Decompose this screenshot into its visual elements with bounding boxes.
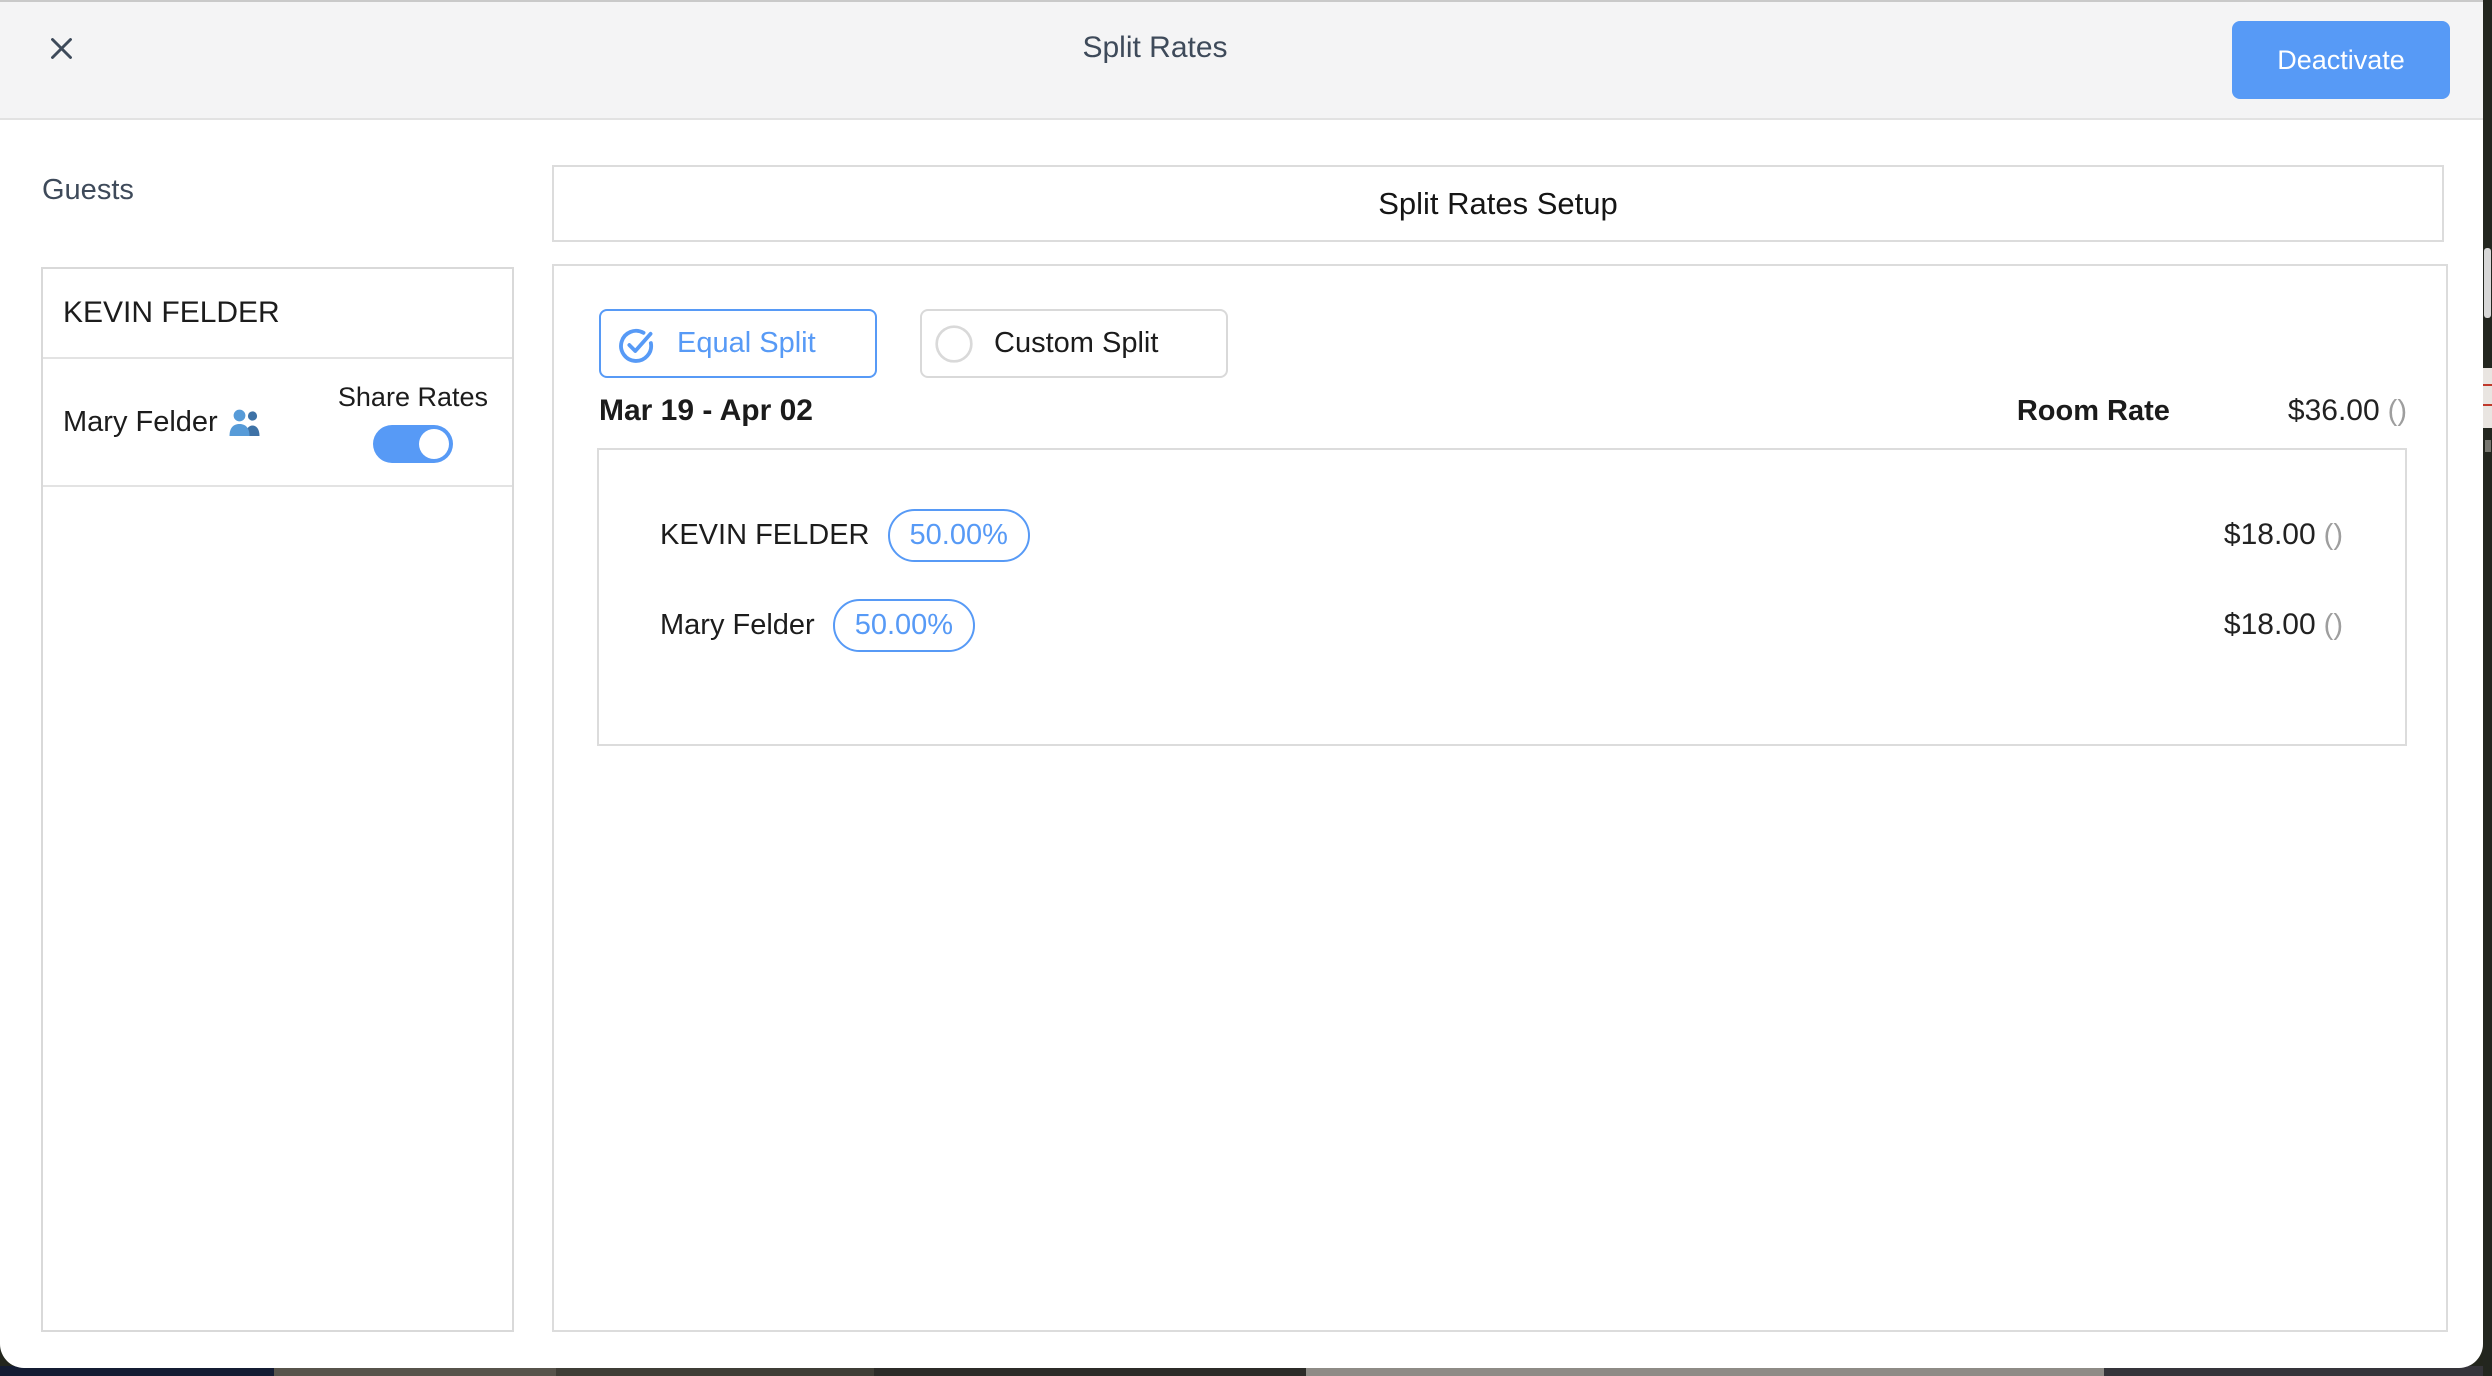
deactivate-button[interactable]: Deactivate [2232,21,2450,99]
close-icon [48,35,75,62]
empty-circle-icon [934,324,974,364]
split-row-guest-name: Mary Felder [660,609,815,642]
equal-split-button[interactable]: Equal Split [599,309,877,378]
people-icon [228,407,262,437]
split-rates-setup-panel: Equal Split Custom Split Mar 19 - Apr 02… [552,264,2448,1332]
setup-title: Split Rates Setup [1378,186,1618,222]
split-row-guest-name: KEVIN FELDER [660,519,870,552]
modal-title: Split Rates [1082,31,1227,64]
share-rates-label: Share Rates [338,382,488,413]
share-rates-toggle[interactable] [373,425,453,463]
close-button[interactable] [44,31,78,65]
split-row-amount: $18.00 [2224,608,2316,642]
rate-summary-line: Mar 19 - Apr 02 Room Rate $36.00 () [599,394,2407,428]
page-behind-right-strip [2483,0,2492,1376]
toggle-knob [419,429,449,459]
split-mode-options: Equal Split Custom Split [599,309,2446,378]
room-rate-note: () [2388,395,2407,428]
split-row-note: () [2324,519,2343,552]
topbar-title-area: Split Rates [78,31,2232,65]
room-rate-value: $36.00 [2288,394,2380,428]
split-rows-box: KEVIN FELDER 50.00% $18.00 () Mary Felde… [597,448,2407,746]
split-row: Mary Felder 50.00% $18.00 () [660,580,2343,670]
split-row-note: () [2324,609,2343,642]
date-range: Mar 19 - Apr 02 [599,394,813,428]
split-rates-modal: Split Rates Deactivate Guests KEVIN FELD… [0,0,2483,1368]
share-rates-control: Share Rates [338,382,488,463]
primary-guest-item[interactable]: KEVIN FELDER [43,269,512,359]
split-percent-pill[interactable]: 50.00% [888,509,1030,562]
page-behind-red-line [2483,404,2492,406]
guest-member-name: Mary Felder [63,406,218,439]
page-behind-fragment [2485,440,2491,452]
split-row-amount: $18.00 [2224,518,2316,552]
modal-topbar: Split Rates Deactivate [0,2,2483,120]
guest-list-panel: KEVIN FELDER Mary Felder Share Rates [41,267,514,1332]
split-row: KEVIN FELDER 50.00% $18.00 () [660,490,2343,580]
custom-split-label: Custom Split [994,327,1158,360]
page-behind-red-line [2483,384,2492,386]
split-percent-pill[interactable]: 50.00% [833,599,975,652]
check-circle-icon [615,323,657,365]
scrollbar-thumb[interactable] [2484,248,2491,318]
equal-split-label: Equal Split [677,327,816,360]
custom-split-button[interactable]: Custom Split [920,309,1228,378]
guest-member-item[interactable]: Mary Felder Share Rates [43,359,512,487]
room-rate-label: Room Rate [2017,395,2170,428]
page-behind-fragment [2483,368,2492,428]
primary-guest-name: KEVIN FELDER [63,296,280,330]
setup-header: Split Rates Setup [552,165,2444,242]
guests-section-label: Guests [42,174,134,207]
